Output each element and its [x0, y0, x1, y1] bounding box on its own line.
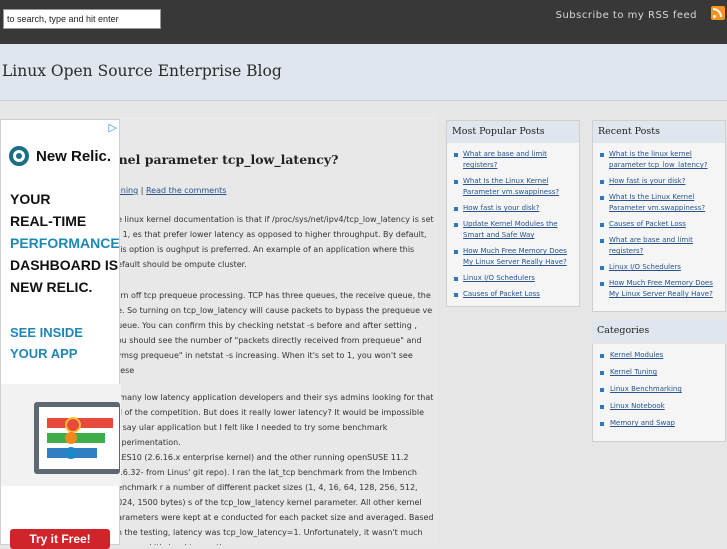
- list-item[interactable]: What Is the Linux Kernel Parameter vm.sw…: [599, 192, 719, 214]
- list-item[interactable]: How Much Free Memory Does My Linux Serve…: [599, 278, 719, 300]
- list-item[interactable]: Linux I/O Schedulers: [453, 273, 573, 284]
- comments-link[interactable]: Read the comments: [146, 186, 227, 195]
- recent-posts-widget: Recent Posts What is the linux kernel pa…: [592, 120, 726, 312]
- list-item[interactable]: Linux Notebook: [599, 401, 719, 412]
- list-item[interactable]: Kernel Tuning: [599, 367, 719, 378]
- blog-title[interactable]: Linux Open Source Enterprise Blog: [2, 62, 282, 80]
- popular-posts-list: What are base and limit registers? What …: [447, 143, 579, 306]
- list-item[interactable]: How fast is your disk?: [599, 176, 719, 187]
- list-item[interactable]: Linux Benchmarking: [599, 384, 719, 395]
- ad-headline: REAL-TIME: [10, 213, 87, 229]
- ad-headline: DASHBOARD IS: [10, 257, 119, 273]
- new-relic-logo-icon: [9, 146, 29, 166]
- list-item[interactable]: Update Kernel Modules the Smart and Safe…: [453, 219, 573, 241]
- post-title[interactable]: rnel parameter tcp_low_latency?: [112, 152, 338, 167]
- meta-separator: |: [140, 186, 144, 195]
- list-item[interactable]: Causes of Packet Loss: [599, 219, 719, 230]
- post-paragraph: he linux kernel documentation is that if…: [112, 215, 434, 269]
- post-paragraph: SLES10 (2.6.16.x enterprise kernel) and …: [112, 453, 434, 545]
- widget-title: Recent Posts: [593, 121, 725, 143]
- chrome-icon: [65, 417, 81, 433]
- post-paragraph: turn off tcp prequeue processing. TCP ha…: [112, 291, 433, 375]
- internet-explorer-icon: [65, 447, 77, 459]
- list-item[interactable]: Kernel Modules: [599, 350, 719, 361]
- new-relic-logo: New Relic.: [9, 146, 111, 166]
- ad-cta-text: SEE INSIDE: [10, 325, 83, 340]
- list-item[interactable]: What Is the Linux Kernel Parameter vm.sw…: [453, 176, 573, 198]
- ad-headline: YOUR: [10, 191, 51, 207]
- widget-title: Most Popular Posts: [447, 121, 579, 143]
- categories-title: Categories: [592, 320, 726, 342]
- list-item[interactable]: What are base and limit registers?: [599, 235, 719, 257]
- adchoices-icon[interactable]: ▷: [109, 121, 117, 134]
- post-meta: Tuning | Read the comments: [112, 186, 226, 195]
- rss-feed-link[interactable]: Subscribe to my RSS feed: [556, 10, 697, 21]
- top-bar: Subscribe to my RSS feed: [0, 0, 727, 44]
- list-item[interactable]: How Much Free Memory Does My Linux Serve…: [453, 246, 573, 268]
- list-item[interactable]: What is the linux kernel parameter tcp_l…: [599, 149, 719, 171]
- rss-icon[interactable]: [711, 6, 725, 20]
- list-item[interactable]: Causes of Packet Loss: [453, 289, 573, 300]
- list-item[interactable]: What are base and limit registers?: [453, 149, 573, 171]
- list-item[interactable]: Linux I/O Schedulers: [599, 262, 719, 273]
- ad-brand: New Relic.: [36, 147, 112, 165]
- new-relic-ad[interactable]: ▷ New Relic. YOUR REAL-TIME PERFORMANCE …: [0, 119, 121, 549]
- search-input[interactable]: [3, 9, 161, 29]
- try-it-free-button[interactable]: Try it Free!: [10, 529, 110, 549]
- post-paragraph: y many low latency application developer…: [112, 393, 434, 447]
- ad-headline: PERFORMANCE: [10, 235, 120, 251]
- ad-cta-text: YOUR APP: [10, 346, 78, 361]
- recent-posts-list: What is the linux kernel parameter tcp_l…: [593, 143, 725, 306]
- list-item[interactable]: How fast is your disk?: [453, 203, 573, 214]
- ad-headline: NEW RELIC.: [10, 279, 93, 295]
- list-item[interactable]: Memory and Swap: [599, 418, 719, 429]
- firefox-icon: [65, 432, 77, 444]
- popular-posts-widget: Most Popular Posts What are base and lim…: [446, 120, 580, 307]
- browser-monitor-illustration: [1, 384, 121, 486]
- categories-list: Kernel Modules Kernel Tuning Linux Bench…: [592, 344, 726, 442]
